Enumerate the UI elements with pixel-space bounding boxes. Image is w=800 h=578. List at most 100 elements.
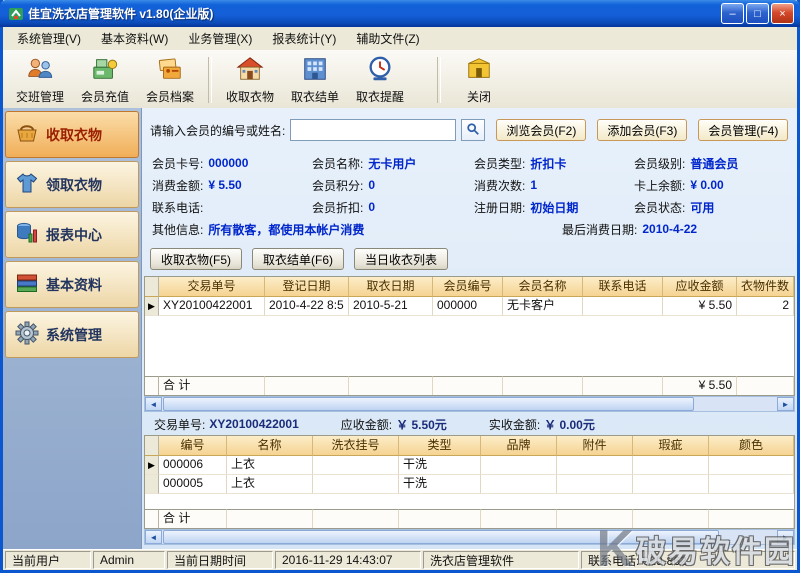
toolbar-button-member-recharge[interactable]: 会员充值 <box>74 53 136 108</box>
field-label: 联系电话: <box>152 199 203 216</box>
column-header-brand[interactable]: 品牌 <box>481 436 557 456</box>
magnifier-icon <box>466 122 480 139</box>
field-label: 卡上余额: <box>634 177 685 194</box>
scrollbar-track[interactable] <box>162 530 777 544</box>
column-header-color[interactable]: 颜色 <box>709 436 794 456</box>
menu-item-system[interactable]: 系统管理(V) <box>7 27 91 50</box>
item-row[interactable]: 000005 上衣 干洗 <box>145 475 794 494</box>
shirt-icon <box>15 171 39 198</box>
column-header-accessory[interactable]: 附件 <box>557 436 633 456</box>
search-button[interactable] <box>461 119 485 141</box>
column-header-amount[interactable]: 应收金额 <box>663 277 737 297</box>
app-icon[interactable] <box>8 6 24 22</box>
column-header-pickup-date[interactable]: 取衣日期 <box>349 277 433 297</box>
table-cell: 上衣 <box>227 475 313 494</box>
column-header-flaw[interactable]: 瑕疵 <box>633 436 709 456</box>
toolbar-button-close-app[interactable]: 关闭 <box>448 53 510 108</box>
scroll-right-arrow[interactable]: ► <box>777 530 794 544</box>
sidebar-filler <box>5 361 139 546</box>
clock-icon <box>366 55 394 86</box>
status-datetime-label: 当前日期时间 <box>167 551 273 569</box>
consume-times: 1 <box>530 178 537 192</box>
browse-member-button[interactable]: 浏览会员(F2) <box>496 119 586 141</box>
receipt-table-hscrollbar[interactable]: ◄ ► <box>144 396 795 412</box>
sidebar-item-basic-data[interactable]: 基本资料 <box>5 261 139 308</box>
column-header-deal-no[interactable]: 交易单号 <box>159 277 265 297</box>
gear-icon <box>15 321 39 348</box>
window-title: 佳宜洗衣店管理软件 v1.80(企业版) <box>28 5 721 22</box>
row-marker: ▶ <box>145 456 159 475</box>
menu-item-aux-files[interactable]: 辅助文件(Z) <box>346 27 429 50</box>
menu-item-reports[interactable]: 报表统计(Y) <box>262 27 346 50</box>
field-label: 消费次数: <box>474 177 525 194</box>
column-header-tag-no[interactable]: 洗衣挂号 <box>313 436 399 456</box>
sidebar-item-label: 系统管理 <box>46 325 102 345</box>
scrollbar-thumb[interactable] <box>163 530 719 544</box>
sidebar-item-pickup-clothes[interactable]: 领取衣物 <box>5 161 139 208</box>
receivable-label: 应收金额: <box>341 416 392 433</box>
items-table-hscrollbar[interactable]: ◄ ► <box>144 529 795 545</box>
minimize-button[interactable]: – <box>721 3 744 24</box>
column-header-member-name[interactable]: 会员名称 <box>503 277 583 297</box>
total-label: 合 计 <box>159 509 227 528</box>
scrollbar-thumb[interactable] <box>163 397 694 411</box>
column-header-item-no[interactable]: 编号 <box>159 436 227 456</box>
item-row[interactable]: ▶ 000006 上衣 干洗 <box>145 456 794 475</box>
sidebar-item-collect-clothes[interactable]: 收取衣物 <box>5 111 139 158</box>
scroll-right-arrow[interactable]: ► <box>777 397 794 411</box>
receipt-row[interactable]: ▶ XY20100422001 2010-4-22 8:5 2010-5-21 … <box>145 297 794 316</box>
scroll-left-arrow[interactable]: ◄ <box>145 397 162 411</box>
column-header-member-no[interactable]: 会员编号 <box>433 277 503 297</box>
received-label: 实收金额: <box>489 416 540 433</box>
pickup-settle-f6-button[interactable]: 取衣结单(F6) <box>252 248 344 270</box>
sidebar-item-report-center[interactable]: 报表中心 <box>5 211 139 258</box>
house-icon <box>236 55 264 86</box>
toolbar-button-pickup-settle[interactable]: 取衣结单 <box>284 53 346 108</box>
member-search-input[interactable] <box>290 119 456 141</box>
menu-item-business[interactable]: 业务管理(X) <box>178 27 262 50</box>
toolbar-button-shift-management[interactable]: 交班管理 <box>9 53 71 108</box>
field-label: 注册日期: <box>474 199 525 216</box>
daily-collect-list-button[interactable]: 当日收衣列表 <box>354 248 448 270</box>
sidebar-item-system-management[interactable]: 系统管理 <box>5 311 139 358</box>
menubar: 系统管理(V) 基本资料(W) 业务管理(X) 报表统计(Y) 辅助文件(Z) <box>3 27 797 51</box>
toolbar-button-pickup-reminder[interactable]: 取衣提醒 <box>349 53 411 108</box>
column-header-item-count[interactable]: 衣物件数 <box>737 277 794 297</box>
table-cell <box>557 456 633 475</box>
table-cell: 上衣 <box>227 456 313 475</box>
close-button[interactable]: × <box>771 3 794 24</box>
table-cell <box>633 475 709 494</box>
toolbar-button-member-files[interactable]: 会员档案 <box>139 53 201 108</box>
staff-icon <box>26 55 54 86</box>
field-label: 会员级别: <box>634 155 685 172</box>
table-cell: ¥ 5.50 <box>663 297 737 316</box>
collect-clothes-f5-button[interactable]: 收取衣物(F5) <box>150 248 242 270</box>
table-cell: XY20100422001 <box>159 297 265 316</box>
member-card-no: 000000 <box>208 156 248 170</box>
building-icon <box>301 55 329 86</box>
column-header-register-date[interactable]: 登记日期 <box>265 277 349 297</box>
search-label: 请输入会员的编号或姓名: <box>150 122 285 139</box>
column-header-wash-type[interactable]: 类型 <box>399 436 481 456</box>
consume-amount: ¥ 5.50 <box>208 178 241 192</box>
table-cell <box>481 475 557 494</box>
card-balance: ¥ 0.00 <box>690 178 723 192</box>
column-header-item-name[interactable]: 名称 <box>227 436 313 456</box>
cards-icon <box>156 55 184 86</box>
add-member-button[interactable]: 添加会员(F3) <box>597 119 687 141</box>
menu-item-basic-data[interactable]: 基本资料(W) <box>91 27 178 50</box>
toolbar-label: 交班管理 <box>16 88 64 105</box>
table-cell: 000005 <box>159 475 227 494</box>
maximize-button[interactable]: □ <box>746 3 769 24</box>
manage-member-button[interactable]: 会员管理(F4) <box>698 119 788 141</box>
toolbar-label: 收取衣物 <box>226 88 274 105</box>
status-current-user-label: 当前用户 <box>5 551 91 569</box>
column-header-phone[interactable]: 联系电话 <box>583 277 663 297</box>
scroll-left-arrow[interactable]: ◄ <box>145 530 162 544</box>
field-label: 最后消费日期: <box>562 221 637 238</box>
toolbar-button-collect-clothes[interactable]: 收取衣物 <box>219 53 281 108</box>
last-consume-date: 2010-4-22 <box>642 222 697 236</box>
items-table-header: 编号 名称 洗衣挂号 类型 品牌 附件 瑕疵 颜色 <box>145 436 794 456</box>
transaction-summary: 交易单号: XY20100422001 应收金额: ￥ 5.50元 实收金额: … <box>154 415 595 433</box>
scrollbar-track[interactable] <box>162 397 777 411</box>
